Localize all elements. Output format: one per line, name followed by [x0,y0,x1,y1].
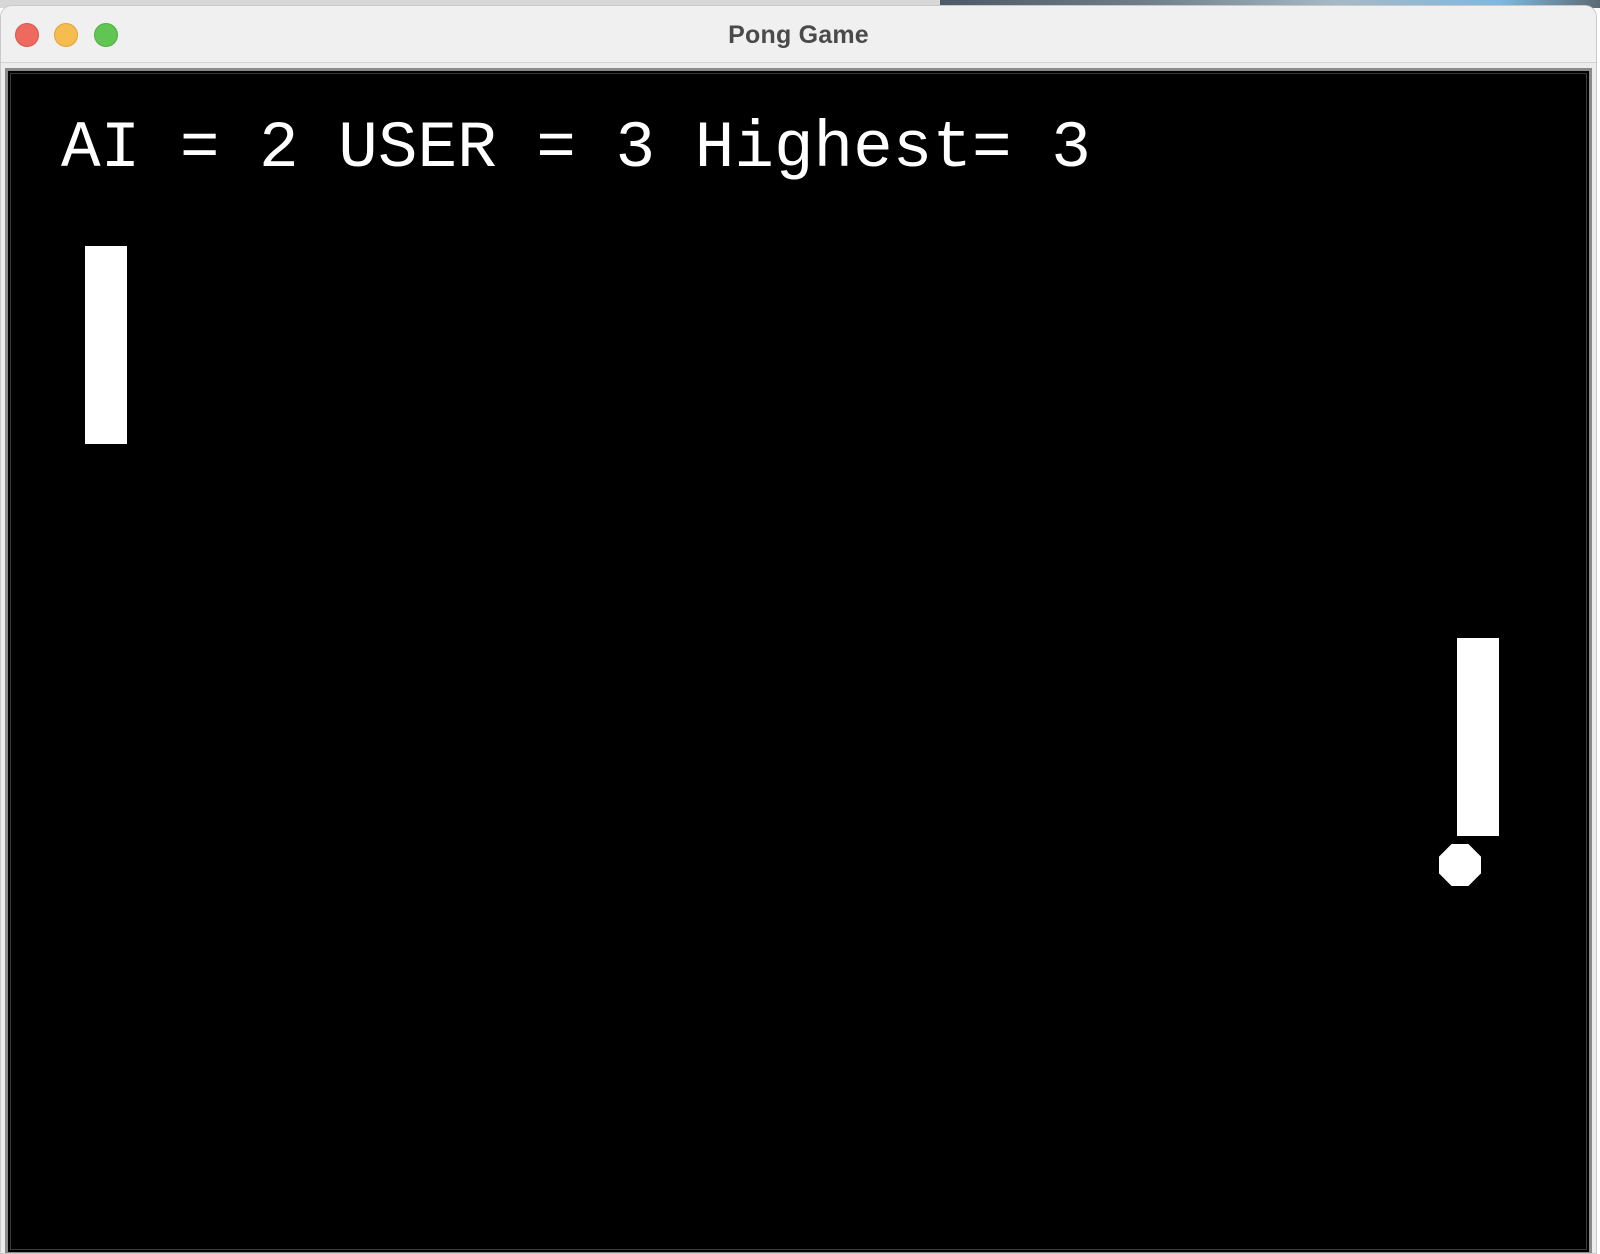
game-window: Pong Game AI = 2 USER = 3 Highest= 3 [0,5,1597,1254]
window-title: Pong Game [728,21,869,49]
highest-score-value: 3 [1051,111,1091,186]
user-score-label: USER = [338,111,576,186]
user-paddle[interactable] [1457,638,1499,836]
ball [1439,844,1481,886]
highest-score-label: Highest= [694,111,1012,186]
title-bar[interactable]: Pong Game [1,6,1596,63]
scoreboard: AI = 2 USER = 3 Highest= 3 [61,116,1091,182]
user-score-value: 3 [615,111,656,186]
ai-paddle [85,246,127,444]
ai-score-value: 2 [259,111,299,186]
ai-score-label: AI = [61,111,220,186]
game-canvas[interactable]: AI = 2 USER = 3 Highest= 3 [10,73,1587,1250]
game-canvas-frame: AI = 2 USER = 3 Highest= 3 [5,68,1592,1253]
